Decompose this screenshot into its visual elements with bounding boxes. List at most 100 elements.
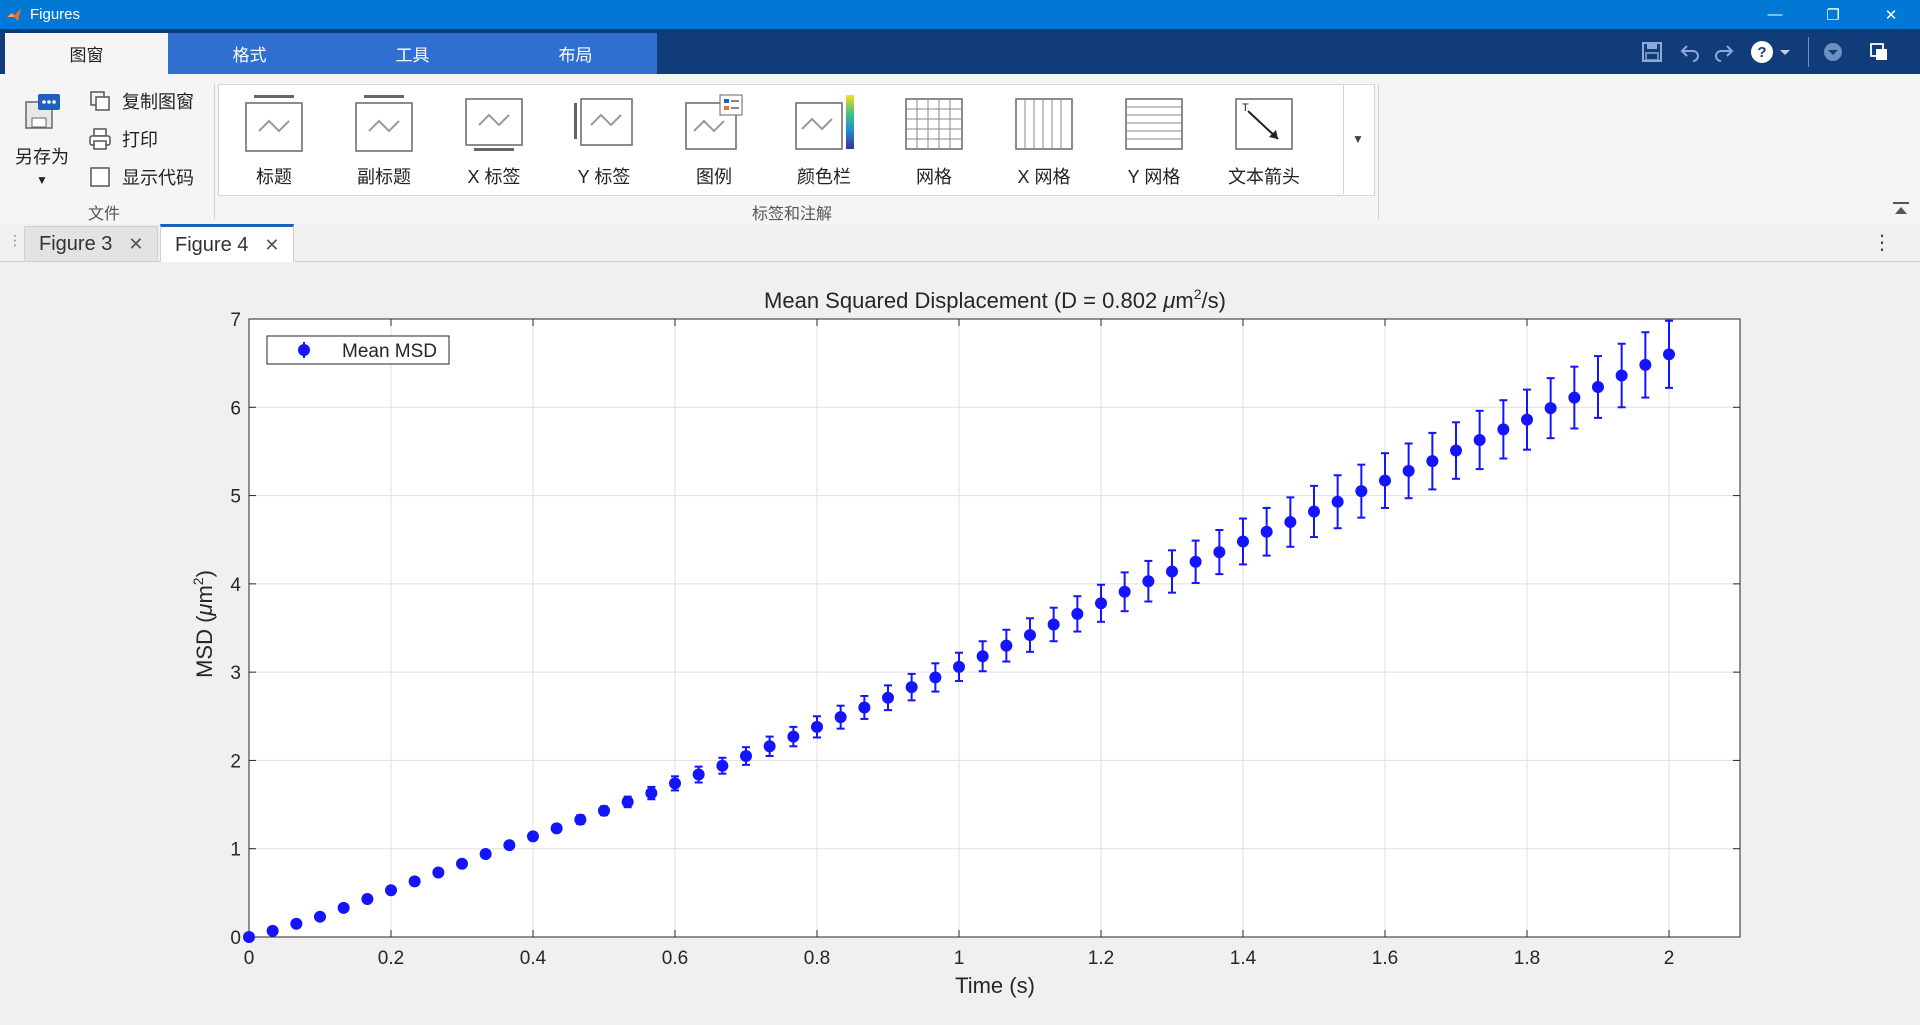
tab-layout[interactable]: 布局 <box>494 33 657 74</box>
print-label: 打印 <box>122 130 158 150</box>
gallery-expand-button[interactable]: ▼ <box>1343 84 1372 194</box>
gallery-label: 文本箭头 <box>1228 167 1300 187</box>
tab-figure[interactable]: 图窗 <box>5 33 168 74</box>
gallery-ylabel[interactable]: Y 标签 <box>549 85 659 195</box>
legend[interactable]: Mean MSD <box>266 335 450 365</box>
plot-area <box>249 319 1740 937</box>
y-tick-label: 6 <box>230 398 241 419</box>
help-icon[interactable]: ? <box>1750 40 1774 64</box>
data-point <box>1189 555 1202 568</box>
legend-icon <box>685 94 743 150</box>
gallery-xlabel[interactable]: X 标签 <box>439 85 549 195</box>
data-point <box>763 740 776 753</box>
data-point <box>1402 464 1415 477</box>
checkbox-icon <box>90 167 110 187</box>
data-point <box>811 720 823 733</box>
figure-tab-strip: ⋮ Figure 3 ✕ Figure 4 ✕ ⋮ <box>0 224 1920 263</box>
x-tick-label: 1.8 <box>1514 948 1540 969</box>
text-arrow-icon: T <box>1235 98 1293 150</box>
legend-label: Mean MSD <box>342 341 437 362</box>
gallery-subtitle[interactable]: 副标题 <box>329 85 439 195</box>
gallery-label: X 标签 <box>467 167 521 187</box>
gallery-colorbar[interactable]: 颜色栏 <box>769 85 879 195</box>
copy-figure-label: 复制图窗 <box>122 92 194 112</box>
title-icon <box>245 95 303 152</box>
data-point <box>716 759 729 772</box>
gallery-ygrid[interactable]: Y 网格 <box>1099 85 1209 195</box>
svg-text:?: ? <box>1757 44 1766 61</box>
figure-tab-label: Figure 3 <box>39 232 113 255</box>
figure-canvas: 0 0.2 0.4 0.6 0.8 1 1.2 1.4 1.6 1.8 2 0 1 2 3 4 5 6 7 Mean… <box>0 262 1920 1020</box>
y-axis-label: MSD (μm2) <box>190 570 217 678</box>
copy-figure-button[interactable]: 复制图窗 <box>88 86 194 116</box>
data-point <box>1473 433 1486 446</box>
gallery-xgrid[interactable]: X 网格 <box>989 85 1099 195</box>
undo-icon[interactable] <box>1678 40 1702 64</box>
data-point <box>1426 455 1439 468</box>
help-dropdown-icon[interactable] <box>1778 40 1792 64</box>
x-tick-label: 1.4 <box>1230 948 1257 969</box>
file-group: 另存为 ▼ 复制图窗 打印 显示代码 文件 <box>0 74 214 224</box>
close-window-button[interactable]: ✕ <box>1862 0 1920 29</box>
data-point <box>692 768 705 781</box>
restore-button[interactable]: ❐ <box>1804 0 1862 29</box>
gallery-label: 网格 <box>916 167 952 187</box>
more-options-icon[interactable]: ⋮ <box>1872 230 1892 255</box>
data-point <box>1639 358 1652 371</box>
gallery-grid[interactable]: 网格 <box>879 85 989 195</box>
figure-tab-4[interactable]: Figure 4 ✕ <box>160 224 295 263</box>
data-point <box>953 660 965 673</box>
legend-marker-icon <box>298 344 310 356</box>
undock-icon[interactable] <box>1869 42 1889 62</box>
y-tick-label: 0 <box>230 928 241 949</box>
gallery-title[interactable]: 标题 <box>219 85 329 195</box>
annotation-group-label: 标签和注解 <box>752 206 833 223</box>
x-tick-label: 1.2 <box>1088 948 1114 969</box>
gallery-label: 图例 <box>696 167 732 187</box>
ribbon-tab-bar: 图窗 格式 工具 布局 <box>0 29 1920 74</box>
redo-icon[interactable] <box>1712 40 1736 64</box>
tab-format[interactable]: 格式 <box>168 33 331 74</box>
data-point <box>621 795 634 808</box>
data-point <box>1284 516 1297 529</box>
data-point <box>1379 474 1391 487</box>
collapse-ribbon-icon[interactable] <box>1823 42 1843 62</box>
drag-handle-icon[interactable]: ⋮ <box>8 232 22 249</box>
close-tab-icon[interactable]: ✕ <box>128 234 143 255</box>
x-tick-label: 1 <box>954 948 965 969</box>
data-point <box>834 711 847 724</box>
save-icon[interactable] <box>1640 40 1664 64</box>
gallery-label: 标题 <box>256 167 292 187</box>
data-point <box>1000 639 1013 652</box>
close-tab-icon[interactable]: ✕ <box>264 235 279 256</box>
save-as-label: 另存为 <box>15 147 69 167</box>
y-tick-label: 1 <box>230 840 241 861</box>
save-as-icon <box>25 94 60 129</box>
data-point <box>1497 423 1510 436</box>
figure-tab-3[interactable]: Figure 3 ✕ <box>24 226 159 261</box>
show-code-checkbox[interactable]: 显示代码 <box>88 162 194 192</box>
data-point <box>337 901 350 914</box>
save-as-button[interactable]: 另存为 ▼ <box>8 88 76 187</box>
ylabel-icon <box>574 98 633 146</box>
data-point <box>550 822 563 835</box>
y-tick-label: 7 <box>230 310 241 331</box>
x-tick-label: 0.4 <box>520 948 547 969</box>
data-point <box>1308 505 1320 518</box>
quick-access-toolbar: ? <box>1640 29 1889 74</box>
data-point <box>1450 444 1462 457</box>
print-button[interactable]: 打印 <box>88 124 158 154</box>
tab-tools[interactable]: 工具 <box>331 33 494 74</box>
gallery-textarrow[interactable]: T 文本箭头 <box>1209 85 1319 195</box>
data-point <box>1024 629 1036 642</box>
minimize-button[interactable]: — <box>1746 0 1804 29</box>
msd-chart[interactable]: 0 0.2 0.4 0.6 0.8 1 1.2 1.4 1.6 1.8 2 0 1 2 3 4 5 6 7 Mean… <box>0 262 1920 1020</box>
data-point <box>1047 618 1060 631</box>
x-tick-label: 0.8 <box>804 948 830 969</box>
colorbar-icon <box>795 95 854 150</box>
gallery-label: X 网格 <box>1017 167 1071 187</box>
data-point <box>1331 495 1344 508</box>
minimize-ribbon-icon[interactable] <box>1892 200 1910 218</box>
data-point <box>929 671 942 684</box>
gallery-legend[interactable]: 图例 <box>659 85 769 195</box>
